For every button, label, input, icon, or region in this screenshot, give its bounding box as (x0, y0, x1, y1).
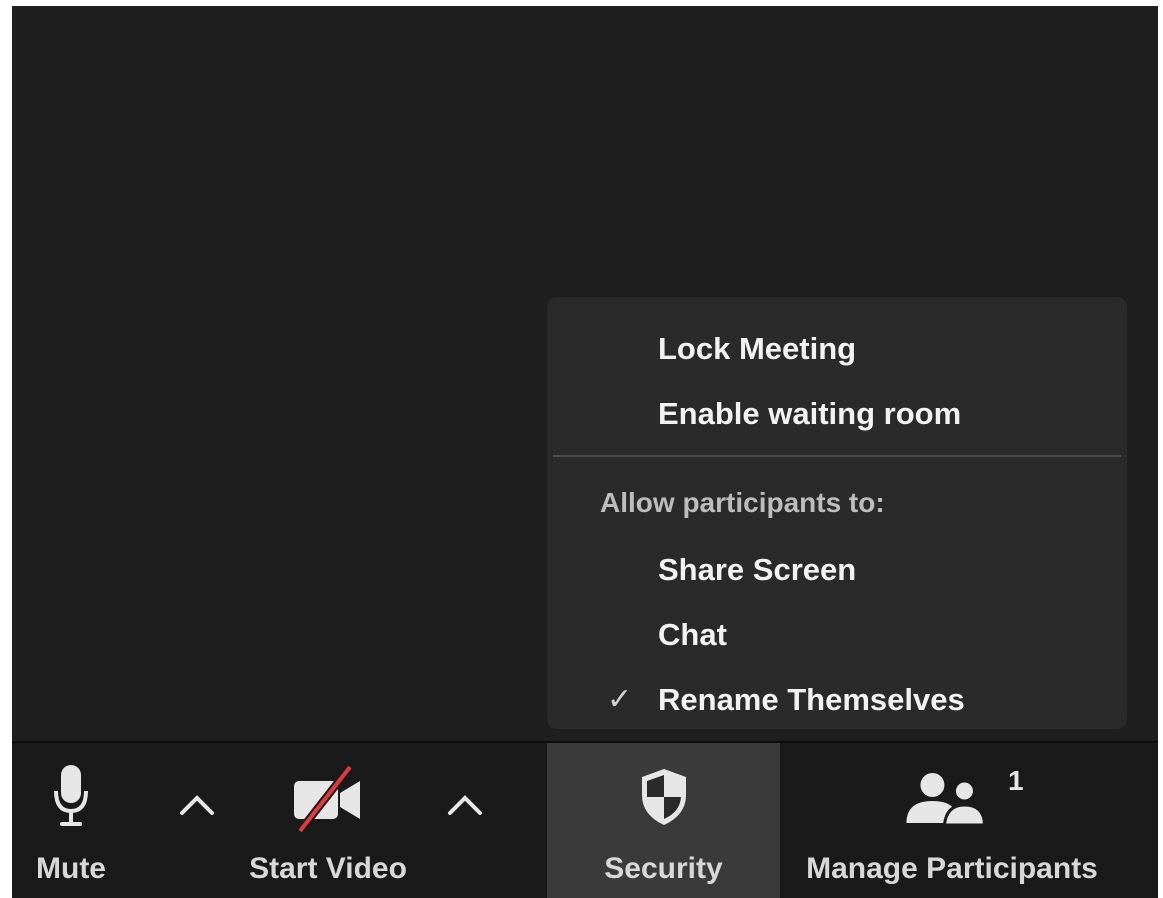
menu-item-rename-themselves[interactable]: ✓ Rename Themselves (547, 672, 1127, 726)
video-options-caret-icon[interactable] (440, 783, 490, 823)
checkmark-icon: ✓ (607, 683, 633, 716)
meeting-window: Lock Meeting Enable waiting room Allow p… (12, 6, 1158, 898)
mute-label: Mute (36, 852, 106, 885)
menu-item-label: Lock Meeting (658, 331, 857, 366)
start-video-label: Start Video (249, 852, 407, 885)
menu-item-label: Enable waiting room (658, 396, 962, 431)
security-label: Security (604, 852, 723, 885)
mute-button[interactable]: Mute (12, 743, 130, 898)
menu-item-label: Chat (658, 617, 727, 652)
start-video-button[interactable]: Start Video (228, 743, 428, 898)
video-off-icon (294, 764, 360, 834)
menu-item-chat[interactable]: Chat (547, 607, 1127, 661)
microphone-icon (54, 765, 88, 826)
manage-participants-label: Manage Participants (806, 852, 1098, 885)
menu-item-enable-waiting-room[interactable]: Enable waiting room (547, 386, 1127, 440)
meeting-toolbar: Mute Start Video Security 1 Manage Parti… (12, 741, 1158, 898)
participant-count-badge: 1 (1008, 765, 1024, 796)
security-menu: Lock Meeting Enable waiting room Allow p… (547, 297, 1127, 729)
menu-divider (553, 455, 1121, 457)
participants-icon (906, 773, 986, 825)
menu-item-share-screen[interactable]: Share Screen (547, 542, 1127, 596)
audio-options-caret-icon[interactable] (172, 783, 222, 823)
menu-item-label: Share Screen (658, 552, 857, 587)
security-button[interactable]: Security (547, 743, 780, 898)
manage-participants-button[interactable]: 1 Manage Participants (782, 743, 1122, 898)
menu-item-label: Rename Themselves (658, 682, 965, 717)
menu-section-header: Allow participants to: (600, 487, 885, 518)
menu-item-lock-meeting[interactable]: Lock Meeting (547, 321, 1127, 375)
shield-icon (641, 769, 686, 825)
